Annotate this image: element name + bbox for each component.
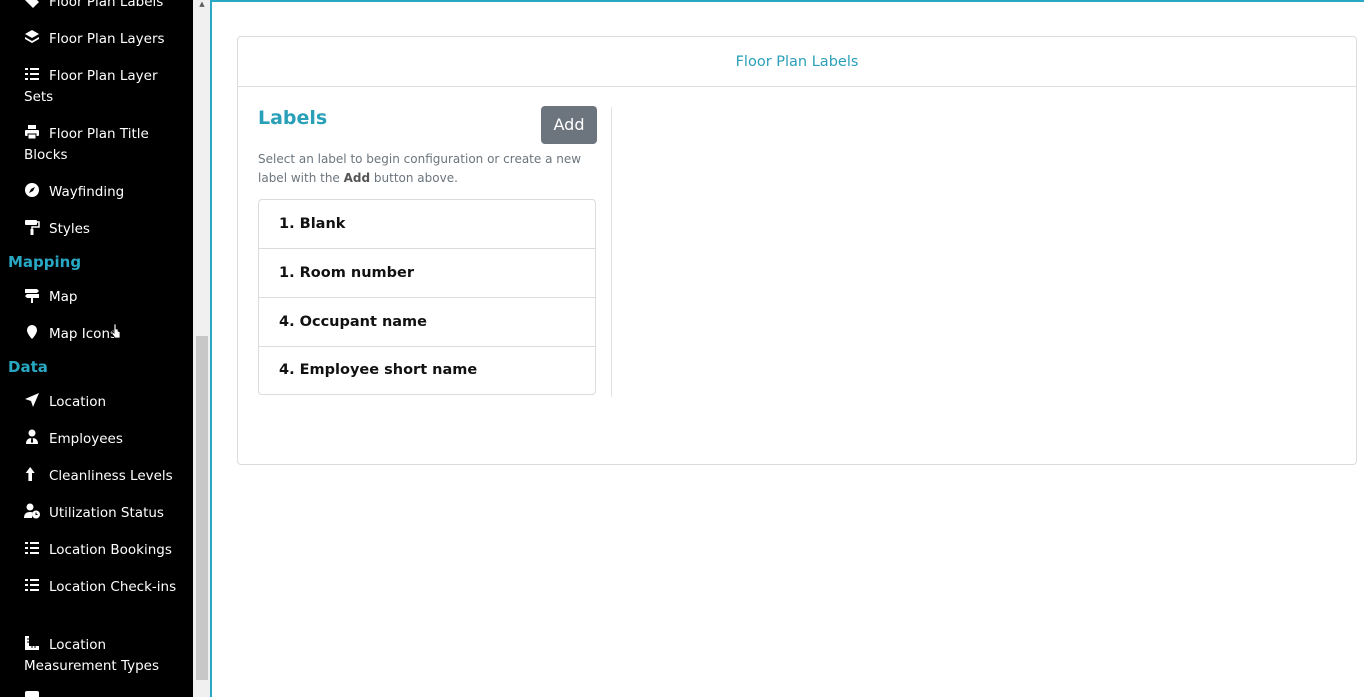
sidebar-item-floor-plan-layers[interactable]: Floor Plan Layers [24, 29, 189, 50]
label-list-item[interactable]: 4. Employee short name [259, 347, 595, 394]
sidebar-item-wayfinding[interactable]: Wayfinding [24, 182, 189, 203]
sidebar-item-partial[interactable] [24, 690, 189, 697]
paint-roller-icon [24, 219, 40, 235]
mouse-cursor-icon [111, 323, 121, 339]
sidebar-item-location-bookings[interactable]: Location Bookings [24, 540, 189, 561]
list-icon [24, 577, 40, 593]
signpost-icon [24, 287, 40, 303]
sidebar-item-styles[interactable]: Styles [24, 219, 189, 240]
arrow-up-icon [24, 466, 40, 482]
print-icon [24, 124, 40, 140]
labels-list: 1. Blank 1. Room number 4. Occupant name… [258, 199, 596, 395]
add-label-button[interactable]: Add [541, 106, 597, 144]
sidebar-item-floor-plan-labels[interactable]: Floor Plan Labels [24, 0, 189, 13]
sidebar-scrollbar-thumb[interactable] [196, 336, 208, 680]
sidebar-item-map[interactable]: Map [24, 287, 189, 308]
help-text-after: button above. [370, 171, 458, 185]
user-tie-icon [24, 429, 40, 445]
content-left-border [210, 0, 212, 697]
help-text: Select an label to begin configuration o… [258, 150, 603, 188]
compass-icon [24, 182, 40, 198]
sidebar-item-cleanliness-levels[interactable]: Cleanliness Levels [24, 466, 189, 487]
section-heading-mapping: Mapping [8, 253, 82, 271]
sidebar-item-utilization-status[interactable]: Utilization Status [24, 503, 189, 524]
sidebar-item-location-measurement-types[interactable]: Location Measurement Types [24, 635, 189, 677]
card-title: Floor Plan Labels [238, 37, 1356, 87]
partial-icon [24, 690, 40, 697]
label-list-item[interactable]: 1. Room number [259, 249, 595, 298]
section-heading-data: Data [8, 358, 48, 376]
label-list-item[interactable]: 4. Occupant name [259, 298, 595, 347]
list-icon [24, 540, 40, 556]
layers-icon [24, 29, 40, 45]
map-marker-icon [24, 324, 40, 340]
help-text-bold: Add [343, 171, 371, 185]
sidebar-item-employees[interactable]: Employees [24, 429, 189, 450]
labels-heading: Labels [258, 107, 328, 129]
user-clock-icon [24, 503, 40, 519]
label-list-item[interactable]: 1. Blank [259, 200, 595, 249]
sidebar-nav: Floor Plan Labels Floor Plan Layers Floo… [0, 0, 193, 697]
sidebar-item-location[interactable]: Location [24, 392, 189, 413]
location-arrow-icon [24, 392, 40, 408]
ruler-combined-icon [24, 635, 40, 651]
sidebar-item-floor-plan-layer-sets[interactable]: Floor Plan Layer Sets [24, 66, 189, 108]
tag-icon [24, 0, 40, 8]
sidebar-item-floor-plan-title-blocks[interactable]: Floor Plan Title Blocks [24, 124, 189, 166]
list-check-icon [24, 66, 40, 82]
floor-plan-labels-card: Floor Plan Labels Labels Add Select an l… [237, 36, 1357, 465]
scroll-up-arrow-icon[interactable]: ▲ [197, 0, 207, 8]
sidebar-item-location-check-ins[interactable]: Location Check-ins [24, 577, 189, 598]
sidebar-item-map-icons[interactable]: Map Icons [24, 324, 189, 345]
panel-divider [611, 107, 612, 397]
content-top-border [210, 0, 1364, 4]
